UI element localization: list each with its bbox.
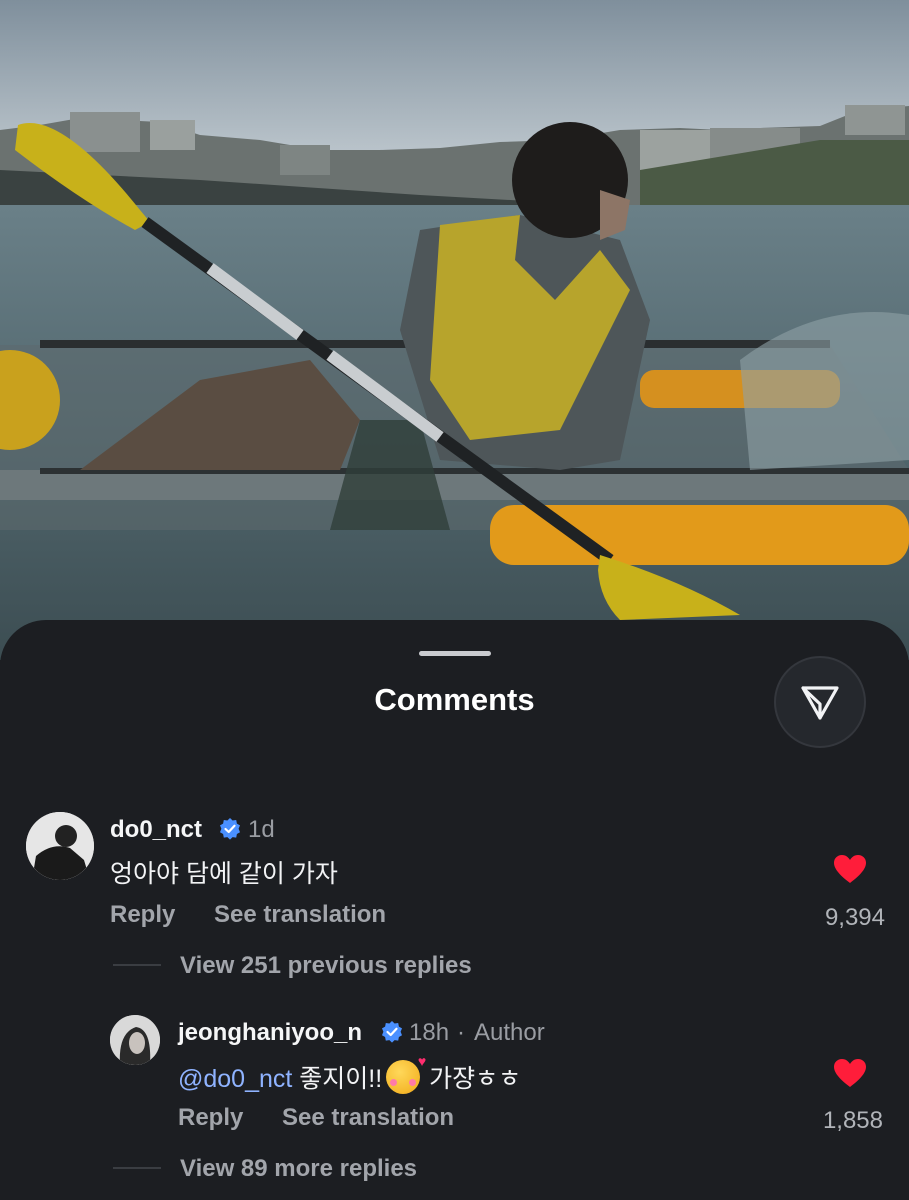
reply-button[interactable]: Reply xyxy=(110,901,175,929)
verified-badge-icon xyxy=(220,818,240,840)
view-more-replies-button[interactable]: View 89 more replies xyxy=(180,1155,417,1183)
reply-item: jeonghaniyoo_n 18h · Author @do0_nct 좋지이… xyxy=(0,1005,909,1195)
reply-text-part: 좋지이!! xyxy=(299,1065,383,1093)
reply-username[interactable]: jeonghaniyoo_n xyxy=(178,1019,362,1047)
sheet-title: Comments xyxy=(374,682,535,717)
avatar[interactable] xyxy=(26,812,94,880)
avatar-image xyxy=(26,812,94,880)
comment-time: 1d xyxy=(248,816,275,843)
author-badge: Author xyxy=(474,1019,545,1046)
share-button[interactable] xyxy=(774,656,866,748)
post-photo xyxy=(0,0,909,660)
see-translation-button[interactable]: See translation xyxy=(214,901,386,929)
avatar-image xyxy=(110,1015,160,1065)
heart-icon[interactable] xyxy=(833,854,867,884)
see-translation-button[interactable]: See translation xyxy=(282,1104,454,1132)
meta-separator: · xyxy=(457,1019,465,1046)
heart-icon[interactable] xyxy=(833,1058,867,1088)
kayak-photo-illustration xyxy=(0,0,909,660)
replies-divider xyxy=(113,964,161,966)
reply-text: @do0_nct 좋지이!! ♥ 가쟝ㅎㅎ xyxy=(178,1054,522,1095)
reply-text-part: 가쟝ㅎㅎ xyxy=(429,1065,522,1093)
sheet-drag-handle[interactable] xyxy=(419,651,491,656)
replies-divider xyxy=(113,1167,161,1169)
mention-link[interactable]: @do0_nct xyxy=(178,1065,292,1093)
like-count: 9,394 xyxy=(824,904,885,931)
smiling-face-with-hearts-icon: ♥ xyxy=(386,1054,426,1094)
verified-badge-icon xyxy=(382,1021,402,1043)
comment-username[interactable]: do0_nct xyxy=(110,816,202,844)
reply-button[interactable]: Reply xyxy=(178,1104,243,1132)
like-count: 1,858 xyxy=(822,1107,883,1134)
reply-time: 18h xyxy=(409,1019,450,1046)
view-previous-replies-button[interactable]: View 251 previous replies xyxy=(180,952,472,980)
send-icon xyxy=(801,686,839,720)
comment-item: do0_nct 1d 엉아야 담에 같이 가자 Reply See transl… xyxy=(0,800,909,980)
avatar[interactable] xyxy=(110,1015,160,1065)
comment-text: 엉아야 담에 같이 가자 xyxy=(110,860,338,888)
